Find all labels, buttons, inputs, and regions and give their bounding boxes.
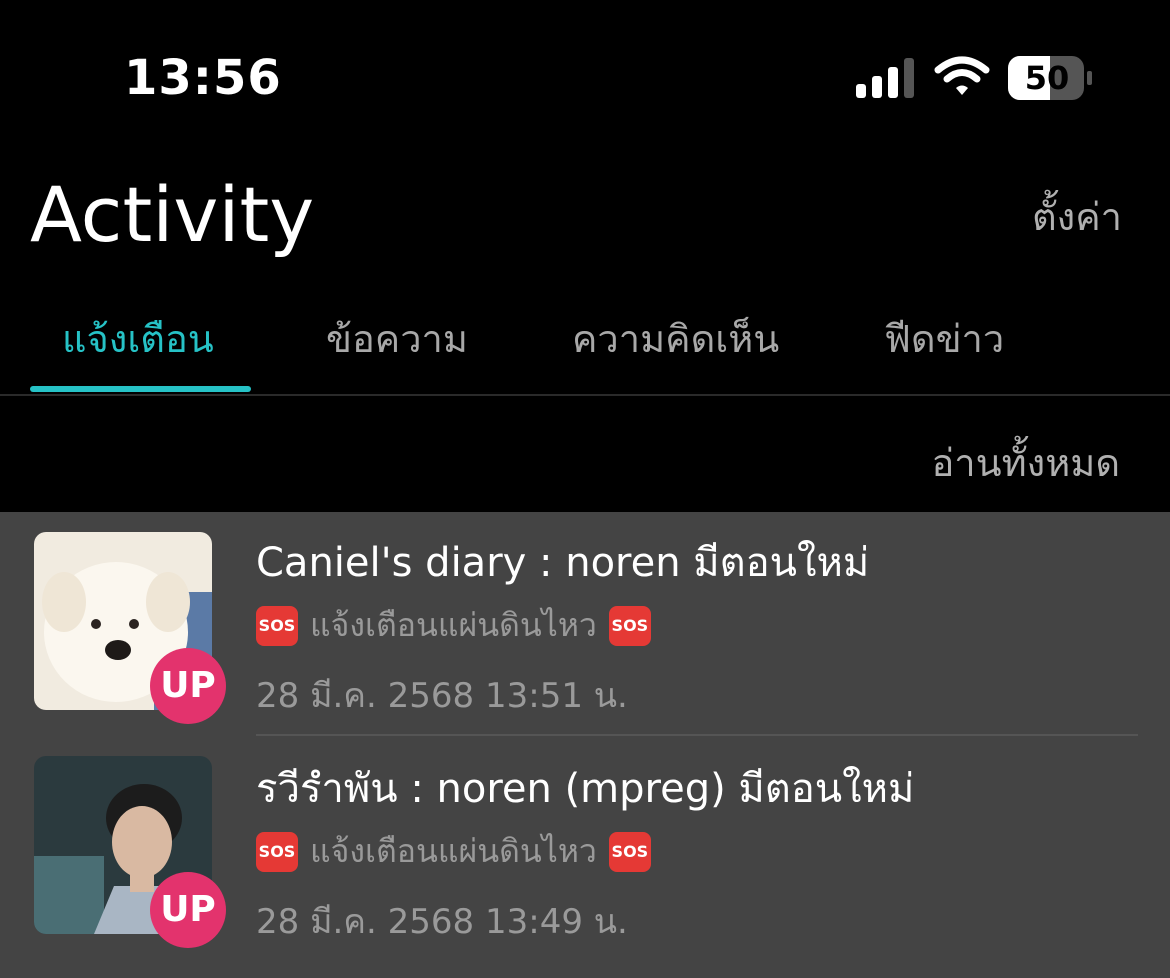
notification-title: Caniel's diary : noren มีตอนใหม่ [256,540,870,586]
notification-message: SOS แจ้งเตือนแผ่นดินไหว SOS [256,600,651,651]
notification-time: 28 มี.ค. 2568 13:51 น. [256,676,628,716]
notification-message-text: แจ้งเตือนแผ่นดินไหว [310,606,597,644]
sos-icon: SOS [256,605,298,646]
notification-list: UP Caniel's diary : noren มีตอนใหม่ SOS … [0,512,1170,978]
sos-icon: SOS [608,831,651,872]
divider [256,734,1138,736]
wifi-icon [934,56,990,95]
tab-news-feed[interactable]: ฟีดข่าว [884,308,1004,369]
status-time: 13:56 [124,50,282,106]
update-badge: UP [150,648,226,724]
battery-level: 50 [1024,59,1070,97]
sos-icon: SOS [256,831,298,872]
read-all-row: อ่านทั้งหมด [0,396,1170,512]
read-all-button[interactable]: อ่านทั้งหมด [931,432,1120,493]
status-bar: 13:56 50 [0,0,1170,150]
header: Activity ตั้งค่า [0,160,1170,270]
active-tab-indicator [30,386,251,392]
notification-item[interactable]: UP Caniel's diary : noren มีตอนใหม่ SOS … [0,512,1170,736]
cellular-signal-icon [856,58,914,98]
notification-message-text: แจ้งเตือนแผ่นดินไหว [310,832,597,870]
notification-item[interactable]: UP รวีรำพัน : noren (mpreg) มีตอนใหม่ SO… [0,738,1170,962]
notification-title: รวีรำพัน : noren (mpreg) มีตอนใหม่ [256,766,915,812]
notification-time: 28 มี.ค. 2568 13:49 น. [256,902,628,942]
page-title: Activity [30,170,315,259]
tab-comments[interactable]: ความคิดเห็น [572,308,779,369]
settings-button[interactable]: ตั้งค่า [1032,186,1122,247]
update-badge: UP [150,872,226,948]
sos-icon: SOS [608,605,651,646]
tab-messages[interactable]: ข้อความ [326,308,468,369]
tab-bar: แจ้งเตือน ข้อความ ความคิดเห็น ฟีดข่าว [0,290,1170,396]
notification-message: SOS แจ้งเตือนแผ่นดินไหว SOS [256,826,651,877]
tab-notifications[interactable]: แจ้งเตือน [62,308,214,369]
